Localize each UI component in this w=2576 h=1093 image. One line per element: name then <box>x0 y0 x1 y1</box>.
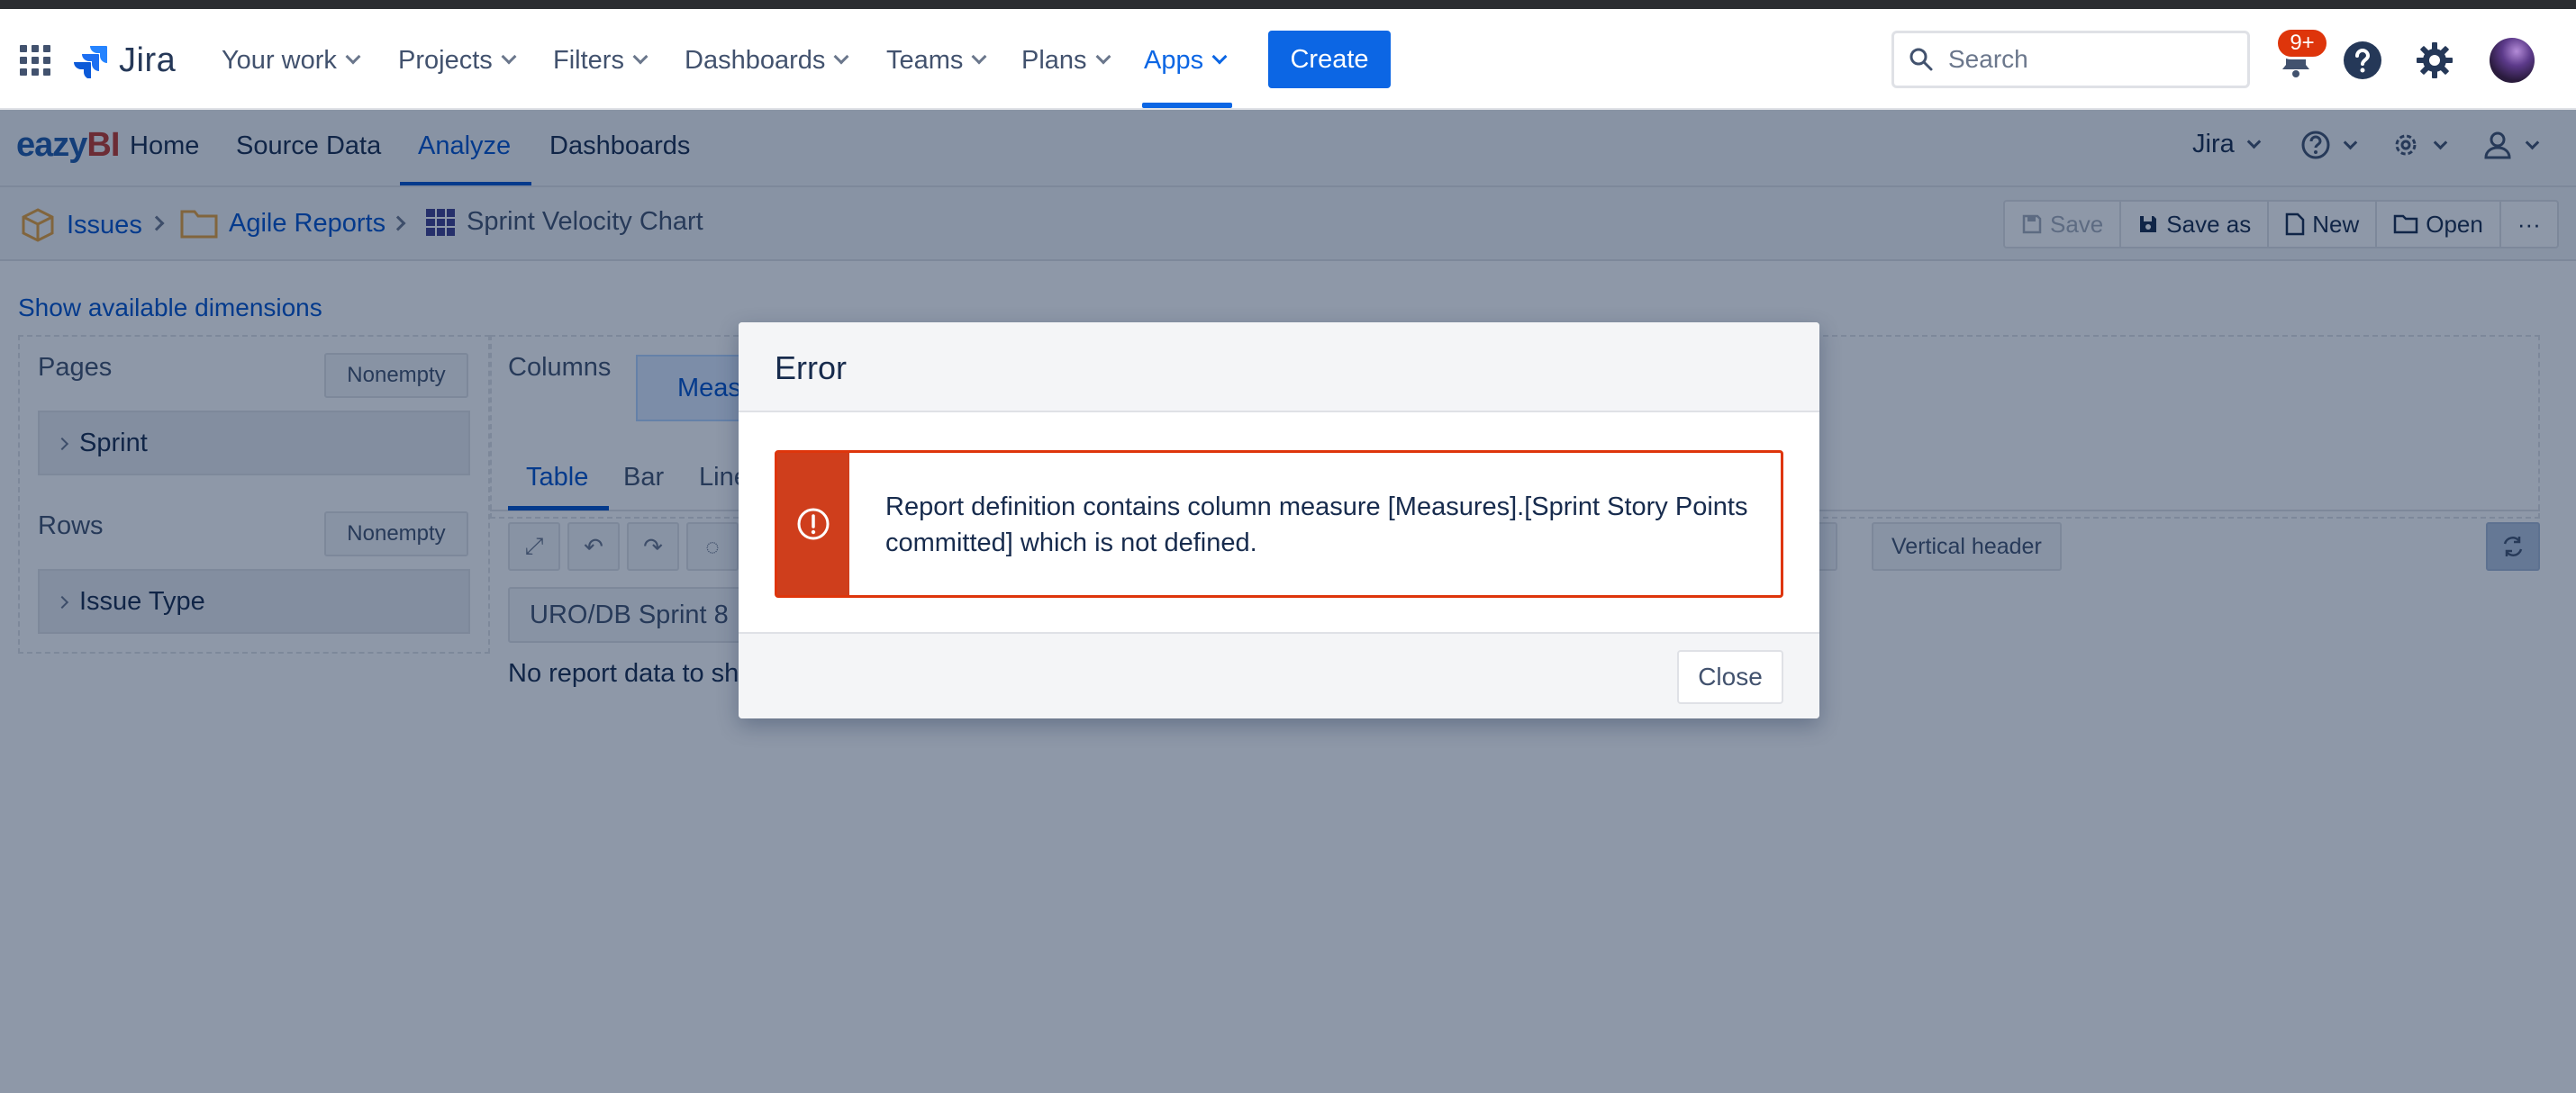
error-alert-stripe <box>777 453 849 595</box>
error-alert: Report definition contains column measur… <box>775 450 1783 598</box>
nav-your-work[interactable]: Your work <box>222 38 361 83</box>
chevron-down-icon <box>833 49 849 65</box>
jira-top-nav: Jira Your work Projects Filters Dashboar… <box>0 9 2576 110</box>
create-button[interactable]: Create <box>1268 31 1391 88</box>
chevron-down-icon <box>1211 49 1228 65</box>
nav-filters[interactable]: Filters <box>553 38 649 83</box>
nav-label: Plans <box>1021 45 1087 75</box>
nav-teams[interactable]: Teams <box>886 38 987 83</box>
search-input[interactable] <box>1948 45 2218 74</box>
error-dialog: Error Report definition contains column … <box>739 322 1819 718</box>
notification-badge: 9+ <box>2275 27 2329 59</box>
chevron-down-icon <box>1095 49 1111 65</box>
chevron-down-icon <box>345 49 361 65</box>
nav-label: Dashboards <box>685 45 826 75</box>
nav-label: Apps <box>1144 45 1204 75</box>
app-switcher-icon[interactable] <box>20 45 50 76</box>
nav-plans[interactable]: Plans <box>1021 38 1111 83</box>
jira-logo-text: Jira <box>119 41 177 79</box>
dialog-title: Error <box>775 349 847 386</box>
nav-dashboards[interactable]: Dashboards <box>685 38 849 83</box>
nav-label: Filters <box>553 45 624 75</box>
jira-logo-icon <box>74 46 107 78</box>
error-message: Report definition contains column measur… <box>885 492 1748 557</box>
search-box[interactable] <box>1891 31 2250 88</box>
search-icon <box>1909 48 1933 71</box>
window-top-strip <box>0 0 2576 9</box>
error-exclamation-icon <box>797 508 830 540</box>
dialog-footer: Close <box>739 632 1819 718</box>
jira-logo[interactable]: Jira <box>74 40 176 81</box>
user-avatar[interactable] <box>2490 38 2535 83</box>
chevron-down-icon <box>632 49 649 65</box>
chevron-down-icon <box>501 49 517 65</box>
nav-label: Projects <box>398 45 493 75</box>
nav-label: Your work <box>222 45 337 75</box>
dialog-header: Error <box>739 322 1819 412</box>
nav-apps[interactable]: Apps <box>1144 38 1228 83</box>
settings-gear-icon[interactable] <box>2414 40 2455 81</box>
nav-label: Teams <box>886 45 964 75</box>
chevron-down-icon <box>971 49 987 65</box>
nav-projects[interactable]: Projects <box>398 38 517 83</box>
close-button[interactable]: Close <box>1677 650 1783 704</box>
help-icon[interactable] <box>2342 40 2383 81</box>
nav-active-indicator <box>1142 103 1232 108</box>
